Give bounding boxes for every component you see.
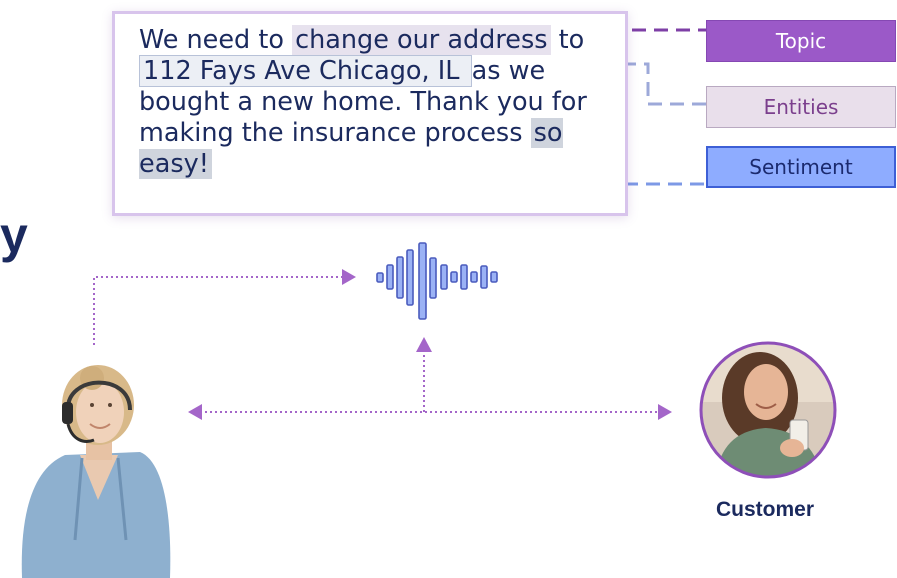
agent-to-waveform-arrowhead [342, 269, 356, 285]
conversation-arrowhead-left [188, 404, 202, 420]
conversation-to-waveform-arrowhead [416, 337, 432, 352]
entities-tag: Entities [706, 86, 896, 128]
sentiment-tag: Sentiment [706, 146, 896, 188]
transcript-segment-plain-1: We need to [139, 25, 293, 55]
agent-to-waveform-line [93, 276, 342, 345]
transcript-segment-plain-2: to [550, 25, 585, 55]
cropped-heading-fragment: y [0, 207, 28, 263]
audio-waveform-icon [376, 242, 498, 320]
customer-label: Customer [715, 498, 815, 521]
conversation-arrowhead-right [658, 404, 672, 420]
transcript-card: We need to change our address to 112 Fay… [112, 11, 628, 216]
agent-with-headset-photo [21, 365, 171, 578]
transcript-topic-highlight: change our address [292, 25, 551, 55]
topic-tag: Topic [706, 20, 896, 62]
transcript-text: We need to change our address to 112 Fay… [139, 25, 619, 180]
transcript-entity-highlight: 112 Fays Ave Chicago, IL [139, 55, 472, 87]
